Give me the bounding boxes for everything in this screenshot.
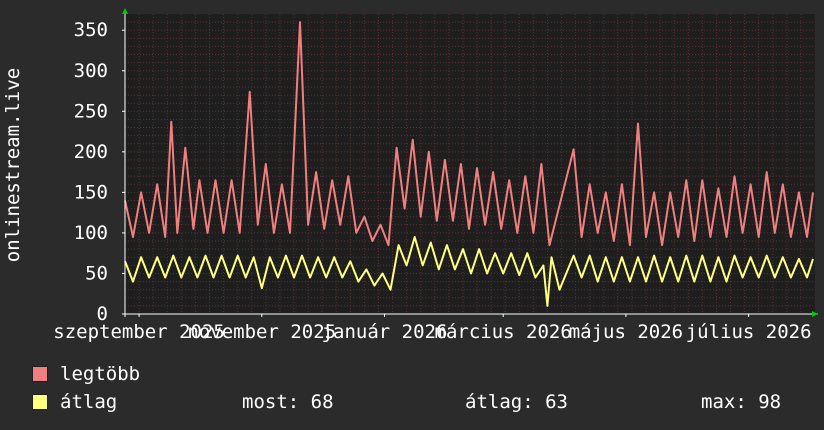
stat-max: max: 98 <box>701 391 782 413</box>
y-axis-ticks: 050100150200250300350 <box>74 19 125 325</box>
legend-swatch-avg <box>32 394 48 410</box>
y-axis-arrow-icon <box>122 8 128 14</box>
legend-label-max: legtöbb <box>60 363 141 385</box>
legend-item-avg: átlag <box>32 391 117 413</box>
legend-item-max: legtöbb <box>32 363 140 385</box>
y-tick-label: 300 <box>74 60 108 82</box>
x-tick-label: november 2025 <box>187 321 336 343</box>
legend-swatch-max <box>32 366 48 382</box>
x-axis-ticks: szeptember 2025november 2025január 2026m… <box>53 314 812 343</box>
chart-panel: 0 50 100 150 200 250 300 350 szeptember 2025 nov… <box>0 0 824 430</box>
x-tick-label: március 2026 <box>435 321 572 343</box>
y-tick-label: 150 <box>74 181 108 203</box>
x-tick-label: január 2026 <box>322 321 448 343</box>
legend-label-avg: átlag <box>60 391 118 413</box>
y-tick-label: 200 <box>74 141 108 163</box>
stat-average: átlag: 63 <box>465 391 568 413</box>
y-tick-label: 250 <box>74 100 108 122</box>
y-axis-label: onlinestream.live <box>2 68 24 262</box>
x-tick-label: május 2026 <box>569 321 683 343</box>
y-tick-label: 350 <box>74 19 108 41</box>
x-tick-label: július 2026 <box>686 321 812 343</box>
y-tick-label: 100 <box>74 222 108 244</box>
y-tick-label: 50 <box>85 262 108 284</box>
stat-current: most: 68 <box>242 391 334 413</box>
